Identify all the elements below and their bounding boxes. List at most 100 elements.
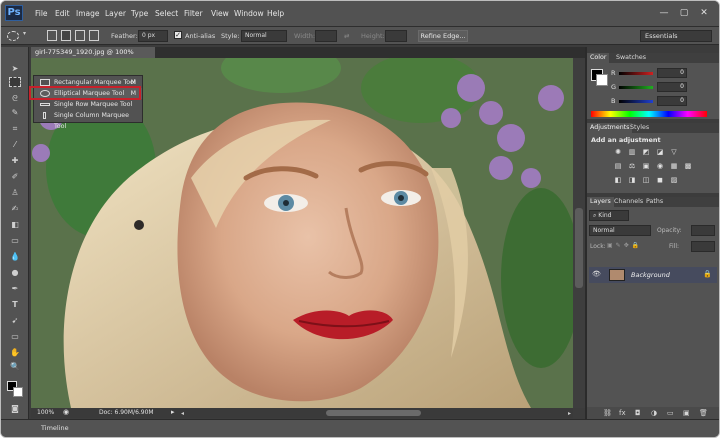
eyedropper-tool-icon[interactable]: ⁄ [8, 139, 22, 151]
brush-tool-icon[interactable]: ✐ [8, 171, 22, 183]
tab-swatches[interactable]: Swatches [613, 53, 649, 63]
status-info-icon[interactable]: ◉ [63, 408, 69, 416]
fill-input[interactable] [691, 241, 715, 252]
style-select[interactable]: Normal [241, 30, 287, 42]
photo-filter-icon[interactable]: ◉ [655, 162, 665, 171]
levels-icon[interactable]: ▥ [627, 148, 637, 157]
add-to-selection-icon[interactable] [61, 30, 71, 41]
tab-layers[interactable]: Layers [587, 197, 614, 207]
posterize-icon[interactable]: ◨ [627, 176, 637, 185]
blur-tool-icon[interactable]: 💧 [8, 251, 22, 263]
tab-styles[interactable]: Styles [627, 123, 652, 133]
menu-file[interactable]: File [35, 9, 48, 18]
red-slider[interactable] [619, 72, 653, 75]
exposure-icon[interactable]: ◪ [655, 148, 665, 157]
background-color-swatch[interactable] [13, 387, 23, 397]
lasso-tool-icon[interactable]: ᘓ [8, 93, 22, 105]
minimize-icon[interactable]: — [656, 6, 672, 20]
blend-mode-select[interactable]: Normal [589, 225, 651, 236]
adjustment-layer-icon[interactable]: ◑ [651, 409, 657, 417]
channel-mixer-icon[interactable]: ▦ [669, 162, 679, 171]
layer-row-background[interactable]: 👁 Background 🔒 [589, 267, 717, 283]
color-background-swatch[interactable] [596, 74, 608, 86]
menu-view[interactable]: View [211, 9, 229, 18]
blue-slider[interactable] [619, 100, 653, 103]
tab-paths[interactable]: Paths [643, 197, 666, 207]
tab-channels[interactable]: Channels [611, 197, 646, 207]
blue-value[interactable]: 0 [657, 96, 687, 106]
horizontal-scrollbar[interactable]: ◂ ▸ [181, 408, 573, 418]
color-balance-icon[interactable]: ⚖ [627, 162, 637, 171]
color-spectrum-bar[interactable] [591, 111, 707, 117]
move-tool-icon[interactable]: ➤ [8, 63, 22, 75]
invert-icon[interactable]: ◧ [613, 176, 623, 185]
vertical-scrollbar[interactable] [573, 58, 585, 408]
width-input[interactable] [315, 30, 337, 42]
scroll-right-icon[interactable]: ▸ [568, 410, 571, 417]
feather-input[interactable]: 0 px [138, 30, 168, 42]
tab-color[interactable]: Color [587, 53, 610, 63]
height-input[interactable] [385, 30, 407, 42]
quick-mask-icon[interactable]: ◙ [8, 403, 22, 415]
menu-select[interactable]: Select [155, 9, 178, 18]
eraser-tool-icon[interactable]: ◧ [8, 219, 22, 231]
curves-icon[interactable]: ◩ [641, 148, 651, 157]
crop-tool-icon[interactable]: ⌗ [8, 123, 22, 135]
layer-name[interactable]: Background [631, 271, 670, 279]
menu-edit[interactable]: Edit [55, 9, 70, 18]
red-value[interactable]: 0 [657, 68, 687, 78]
new-selection-icon[interactable] [47, 30, 57, 41]
single-column-marquee-option[interactable]: Single Column Marquee Tool [34, 110, 142, 130]
gradient-tool-icon[interactable]: ▭ [8, 235, 22, 247]
menu-layer[interactable]: Layer [105, 9, 126, 18]
hue-saturation-icon[interactable]: ▤ [613, 162, 623, 171]
clone-stamp-tool-icon[interactable]: ♙ [8, 187, 22, 199]
vibrance-icon[interactable]: ▽ [669, 148, 679, 157]
marquee-tool-icon[interactable] [9, 77, 21, 87]
refine-edge-button[interactable]: Refine Edge... [418, 30, 468, 42]
dodge-tool-icon[interactable]: ● [8, 267, 22, 279]
menu-window[interactable]: Window [234, 9, 264, 18]
zoom-level[interactable]: 100% [37, 409, 54, 416]
path-selection-tool-icon[interactable]: ➹ [8, 315, 22, 327]
type-tool-icon[interactable]: T [8, 299, 22, 311]
maximize-icon[interactable]: ▢ [676, 6, 692, 20]
hand-tool-icon[interactable]: ✋ [8, 347, 22, 359]
swap-icon[interactable]: ⇄ [344, 32, 349, 40]
color-lookup-icon[interactable]: ▩ [683, 162, 693, 171]
eye-icon[interactable]: 👁 [592, 270, 601, 278]
green-slider[interactable] [619, 86, 653, 89]
link-layers-icon[interactable]: ⛓ [603, 409, 612, 417]
zoom-tool-icon[interactable]: 🔍 [8, 361, 22, 373]
lock-options-icon[interactable]: ▣✎✥🔒 [607, 242, 642, 249]
workspace-select[interactable]: Essentials [640, 30, 712, 42]
elliptical-marquee-preset-icon[interactable] [7, 31, 19, 41]
gradient-map-icon[interactable]: ▨ [669, 176, 679, 185]
group-folder-icon[interactable]: ▭ [667, 409, 674, 417]
chevron-down-icon[interactable]: ▾ [23, 30, 26, 37]
layer-mask-icon[interactable]: ◘ [635, 409, 641, 417]
black-white-icon[interactable]: ▣ [641, 162, 651, 171]
threshold-icon[interactable]: ◫ [641, 176, 651, 185]
new-layer-icon[interactable]: ▣ [683, 409, 690, 417]
menu-type[interactable]: Type [131, 9, 148, 18]
menu-image[interactable]: Image [76, 9, 100, 18]
quick-selection-tool-icon[interactable]: ✎ [8, 107, 22, 119]
history-brush-tool-icon[interactable]: ✍ [8, 203, 22, 215]
close-icon[interactable]: ✕ [696, 6, 712, 20]
fx-icon[interactable]: fx [619, 409, 626, 417]
document-tab[interactable]: girl-775349_1920.jpg @ 100% (RGB/8) [31, 47, 155, 67]
selective-color-icon[interactable]: ◼ [655, 176, 665, 185]
green-value[interactable]: 0 [657, 82, 687, 92]
pen-tool-icon[interactable]: ✒ [8, 283, 22, 295]
healing-brush-tool-icon[interactable]: ✚ [8, 155, 22, 167]
subtract-selection-icon[interactable] [75, 30, 85, 41]
antialias-checkbox[interactable]: ✓ [174, 31, 182, 39]
menu-help[interactable]: Help [267, 9, 284, 18]
layer-filter-kind[interactable]: ⌕ Kind [589, 210, 629, 221]
status-menu-arrow-icon[interactable]: ▸ [171, 408, 175, 416]
brightness-icon[interactable]: ✺ [613, 148, 623, 157]
trash-icon[interactable]: 🗑 [699, 409, 708, 417]
single-row-marquee-option[interactable]: Single Row Marquee Tool [34, 99, 142, 110]
scroll-left-icon[interactable]: ◂ [181, 410, 184, 417]
